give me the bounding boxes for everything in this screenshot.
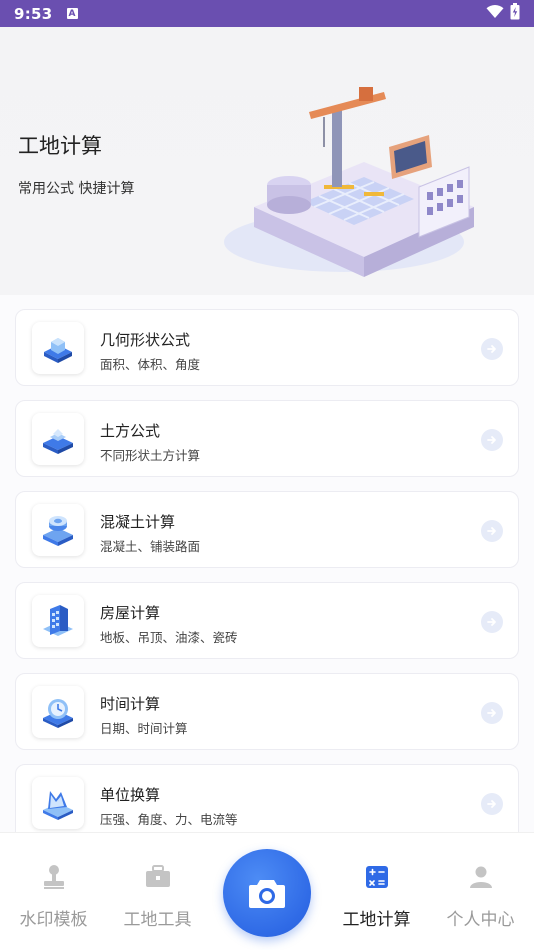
camera-icon	[249, 880, 285, 908]
nav-label: 个人中心	[446, 910, 515, 930]
item-title: 混凝土计算	[100, 513, 176, 531]
nav-site-tools[interactable]: 工地工具	[104, 833, 211, 950]
list-item-time[interactable]: 时间计算 日期、时间计算	[15, 673, 519, 750]
item-title: 房屋计算	[100, 604, 161, 622]
arrow-right-icon	[481, 338, 503, 360]
person-icon	[467, 863, 495, 891]
geometry-cube-icon	[32, 322, 84, 374]
concrete-icon	[32, 504, 84, 556]
list-item-unit-conversion[interactable]: 单位换算 压强、角度、力、电流等	[15, 764, 519, 832]
building-icon	[32, 595, 84, 647]
arrow-right-icon	[481, 520, 503, 542]
hero-banner: 工地计算 常用公式 快捷计算	[0, 27, 534, 295]
page-subtitle: 常用公式 快捷计算	[18, 181, 135, 197]
item-subtitle: 不同形状土方计算	[100, 448, 201, 463]
nav-site-calculation[interactable]: 工地计算	[323, 833, 430, 950]
nav-label: 工地工具	[123, 910, 192, 930]
arrow-right-icon	[481, 429, 503, 451]
toolbox-icon	[144, 863, 172, 891]
list-item-earthwork[interactable]: 土方公式 不同形状土方计算	[15, 400, 519, 477]
watermark-template-icon	[40, 863, 68, 891]
notification-icon: A	[66, 8, 78, 19]
nav-profile[interactable]: 个人中心	[427, 833, 534, 950]
page-title: 工地计算	[18, 134, 102, 158]
calculator-icon	[363, 863, 391, 891]
list-item-geometry[interactable]: 几何形状公式 面积、体积、角度	[15, 309, 519, 386]
list-item-concrete[interactable]: 混凝土计算 混凝土、铺装路面	[15, 491, 519, 568]
item-subtitle: 面积、体积、角度	[100, 357, 201, 372]
arrow-right-icon	[481, 793, 503, 815]
unit-convert-icon	[32, 777, 84, 829]
list-item-house[interactable]: 房屋计算 地板、吊顶、油漆、瓷砖	[15, 582, 519, 659]
wifi-icon	[486, 4, 504, 23]
status-bar: 9:53 A	[0, 0, 534, 27]
camera-button[interactable]	[223, 849, 311, 937]
bottom-navigation: 水印模板 工地工具 工地计算 个人中心	[0, 832, 534, 950]
arrow-right-icon	[481, 611, 503, 633]
item-title: 单位换算	[100, 786, 161, 804]
item-subtitle: 日期、时间计算	[100, 721, 188, 736]
nav-label: 水印模板	[19, 910, 88, 930]
battery-icon	[510, 3, 520, 24]
nav-watermark-template[interactable]: 水印模板	[0, 833, 107, 950]
status-time: 9:53	[14, 4, 53, 23]
item-title: 几何形状公式	[100, 331, 191, 349]
item-subtitle: 混凝土、铺装路面	[100, 539, 201, 554]
earthwork-icon	[32, 413, 84, 465]
nav-label: 工地计算	[342, 910, 411, 930]
arrow-right-icon	[481, 702, 503, 724]
item-title: 土方公式	[100, 422, 161, 440]
item-subtitle: 地板、吊顶、油漆、瓷砖	[100, 630, 238, 645]
status-indicators	[486, 3, 520, 24]
construction-site-illustration	[224, 87, 474, 277]
item-title: 时间计算	[100, 695, 161, 713]
formula-list: 几何形状公式 面积、体积、角度 土方公式 不同形状土方计算 混凝土计算 混凝土、…	[0, 295, 534, 832]
clock-icon	[32, 686, 84, 738]
item-subtitle: 压强、角度、力、电流等	[100, 812, 238, 827]
